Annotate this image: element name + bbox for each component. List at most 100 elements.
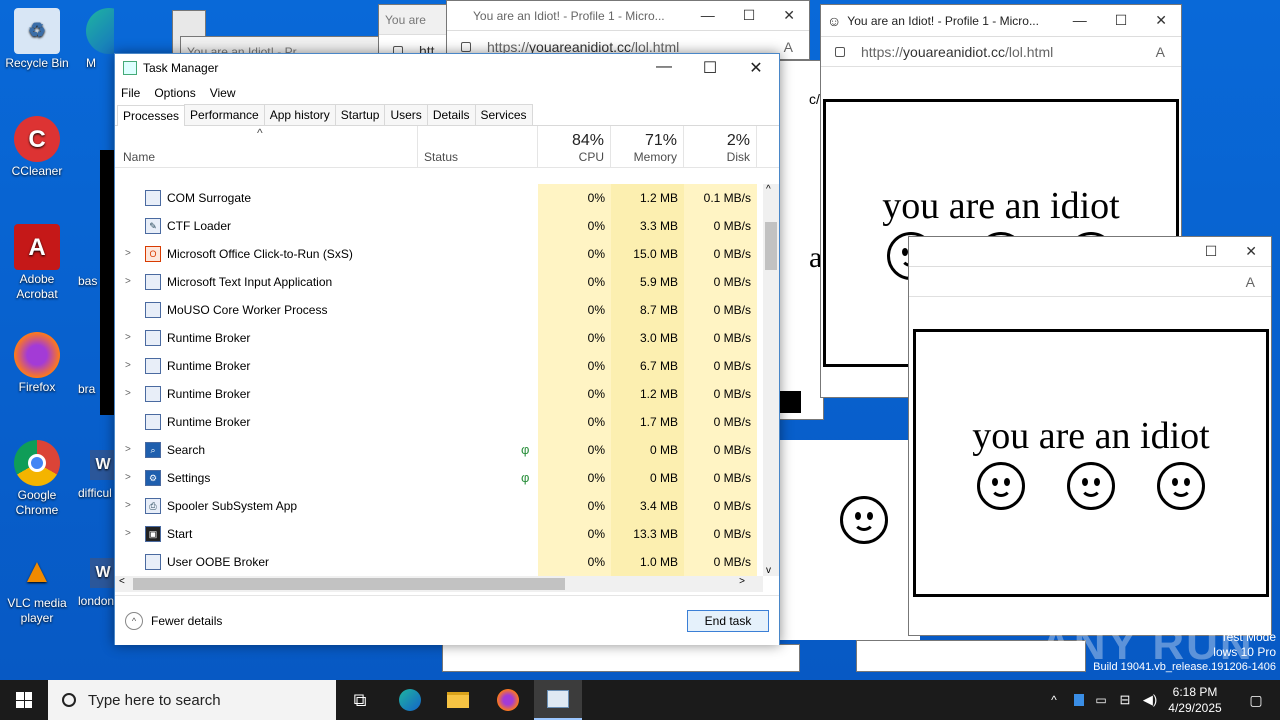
column-cpu[interactable]: 84% CPU xyxy=(538,126,611,168)
expand-icon[interactable]: > xyxy=(125,388,131,399)
expand-icon[interactable]: > xyxy=(125,248,131,259)
maximize-icon[interactable]: ☐ xyxy=(1205,243,1218,260)
expand-icon[interactable]: > xyxy=(125,276,131,287)
clock-date: 4/29/2025 xyxy=(1168,701,1222,715)
table-row[interactable]: COM Surrogate 0% 1.2 MB 0.1 MB/s xyxy=(115,184,763,212)
close-icon[interactable]: ✕ xyxy=(1245,243,1257,260)
close-icon[interactable]: ✕ xyxy=(783,7,795,24)
column-disk[interactable]: 2% Disk xyxy=(684,126,757,168)
table-row[interactable]: User OOBE Broker 0% 1.0 MB 0 MB/s xyxy=(115,548,763,576)
end-task-button[interactable]: End task xyxy=(687,610,769,632)
popup-window[interactable]: ☐ ✕ A you are an idiot xyxy=(908,236,1272,636)
read-aloud-icon[interactable]: A xyxy=(1156,44,1181,60)
popup-window[interactable]: You are an Idiot! - Profile 1 - Micro...… xyxy=(446,0,810,60)
start-button[interactable] xyxy=(0,680,48,720)
desktop-icon-adobe-acrobat[interactable]: A Adobe Acrobat xyxy=(0,224,74,302)
tray-icon[interactable] xyxy=(1068,680,1090,720)
table-row[interactable]: > Microsoft Text Input Application 0% 5.9 M… xyxy=(115,268,763,296)
column-memory[interactable]: 71% Memory xyxy=(611,126,684,168)
taskbar-file-explorer[interactable] xyxy=(434,680,482,720)
table-row[interactable]: > ⚙ Settings φ 0% 0 MB 0 MB/s xyxy=(115,464,763,492)
desktop-icon-vlc[interactable]: ▲ VLC media player xyxy=(0,548,74,626)
horizontal-scrollbar[interactable]: < > xyxy=(115,576,763,592)
close-icon[interactable]: ✕ xyxy=(1155,12,1167,29)
read-aloud-icon[interactable]: A xyxy=(1246,274,1271,290)
popup-url-bar[interactable]: A xyxy=(909,267,1271,297)
popup-window-back[interactable] xyxy=(442,644,800,672)
desktop-icon-chrome[interactable]: Google Chrome xyxy=(0,440,74,518)
table-row[interactable]: > O Microsoft Office Click-to-Run (SxS) 0% 1… xyxy=(115,240,763,268)
desktop-icon-ccleaner[interactable]: C CCleaner xyxy=(0,116,74,179)
task-view-button[interactable]: ⧉ xyxy=(336,680,384,720)
desktop-icon-edge[interactable]: M xyxy=(74,8,114,71)
show-hidden-icons[interactable]: ^ xyxy=(1040,680,1068,720)
table-row[interactable]: > ⌕ Search φ 0% 0 MB 0 MB/s xyxy=(115,436,763,464)
task-manager-titlebar[interactable]: Task Manager — ☐ ✕ xyxy=(115,54,779,82)
expand-icon[interactable]: > xyxy=(125,472,131,483)
maximize-icon[interactable]: ☐ xyxy=(743,7,756,24)
desktop-icon-recycle-bin[interactable]: ♻ Recycle Bin xyxy=(0,8,74,71)
tab-users[interactable]: Users xyxy=(384,104,428,125)
minimize-icon[interactable]: — xyxy=(641,58,687,78)
edge-icon xyxy=(86,8,114,54)
maximize-icon[interactable]: ☐ xyxy=(1115,12,1128,29)
taskbar-clock[interactable]: 6:18 PM 4/29/2025 xyxy=(1162,684,1228,716)
close-icon[interactable]: ✕ xyxy=(733,58,779,78)
notification-center-button[interactable]: ▢ xyxy=(1232,680,1280,720)
expand-icon[interactable]: > xyxy=(125,360,131,371)
menu-options[interactable]: Options xyxy=(154,86,195,100)
vertical-scrollbar[interactable]: ^ v xyxy=(763,184,779,576)
desktop-icon-word-london[interactable]: W london xyxy=(78,558,114,609)
table-row[interactable]: > Runtime Broker 0% 1.2 MB 0 MB/s xyxy=(115,380,763,408)
column-name[interactable]: ^ Name xyxy=(115,126,418,168)
table-row[interactable]: Runtime Broker 0% 1.7 MB 0 MB/s xyxy=(115,408,763,436)
smiley-favicon-icon: ☺ xyxy=(827,12,842,29)
maximize-icon[interactable]: ☐ xyxy=(687,58,733,78)
read-aloud-icon[interactable]: A xyxy=(784,39,809,55)
minimize-icon[interactable]: — xyxy=(1073,12,1087,29)
table-row[interactable]: > ⎙ Spooler SubSystem App 0% 3.4 MB 0 MB/s xyxy=(115,492,763,520)
tray-icon[interactable]: ▭ xyxy=(1090,680,1112,720)
desktop-icon-firefox[interactable]: Firefox xyxy=(0,332,74,395)
expand-icon[interactable]: > xyxy=(125,444,131,455)
table-row[interactable]: ✎ CTF Loader 0% 3.3 MB 0 MB/s xyxy=(115,212,763,240)
scroll-up-icon[interactable]: ^ xyxy=(766,184,771,195)
expand-icon[interactable]: > xyxy=(125,332,131,343)
taskbar-edge[interactable] xyxy=(386,680,434,720)
minimize-icon[interactable]: — xyxy=(701,7,715,24)
popup-window-back[interactable] xyxy=(780,440,920,640)
table-row[interactable]: > ▣ Start 0% 13.3 MB 0 MB/s xyxy=(115,520,763,548)
table-row[interactable]: > Runtime Broker 0% 3.0 MB 0 MB/s xyxy=(115,324,763,352)
expand-icon[interactable]: > xyxy=(125,500,131,511)
menu-view[interactable]: View xyxy=(210,86,236,100)
fewer-details-button[interactable]: ^ Fewer details xyxy=(125,612,222,630)
taskbar-firefox[interactable] xyxy=(484,680,532,720)
desktop-icon-word-difficult[interactable]: W difficul xyxy=(78,450,114,501)
tray-network[interactable]: ⊟ xyxy=(1112,680,1138,720)
scroll-down-icon[interactable]: v xyxy=(766,565,771,576)
scroll-thumb[interactable] xyxy=(765,222,777,270)
popup-window-back[interactable] xyxy=(100,150,115,415)
firefox-icon xyxy=(497,689,519,711)
task-manager-window[interactable]: Task Manager — ☐ ✕ File Options View Pro… xyxy=(114,53,780,645)
tab-performance[interactable]: Performance xyxy=(184,104,265,125)
menu-file[interactable]: File xyxy=(121,86,140,100)
scroll-thumb[interactable] xyxy=(133,578,565,590)
table-row[interactable]: > Runtime Broker 0% 6.7 MB 0 MB/s xyxy=(115,352,763,380)
column-status[interactable]: Status xyxy=(418,126,538,168)
tray-volume[interactable]: ◀) xyxy=(1138,680,1162,720)
tab-processes[interactable]: Processes xyxy=(117,105,186,126)
scroll-right-icon[interactable]: > xyxy=(739,576,745,587)
expand-icon[interactable]: > xyxy=(125,528,131,539)
taskbar-task-manager[interactable] xyxy=(534,680,582,720)
scroll-left-icon[interactable]: < xyxy=(119,576,125,587)
taskbar-search[interactable]: Type here to search xyxy=(48,680,336,720)
desktop-icon-label: bas xyxy=(78,274,98,288)
table-row[interactable]: MoUSO Core Worker Process 0% 8.7 MB 0 MB/s xyxy=(115,296,763,324)
tab-services[interactable]: Services xyxy=(474,104,533,125)
tab-app-history[interactable]: App history xyxy=(263,104,336,125)
popup-url-bar[interactable]: https://youareanidiot.cc/lol.html A xyxy=(821,37,1181,67)
tab-details[interactable]: Details xyxy=(426,104,476,125)
tab-startup[interactable]: Startup xyxy=(334,104,386,125)
popup-window-back[interactable]: c/ a xyxy=(778,60,824,420)
